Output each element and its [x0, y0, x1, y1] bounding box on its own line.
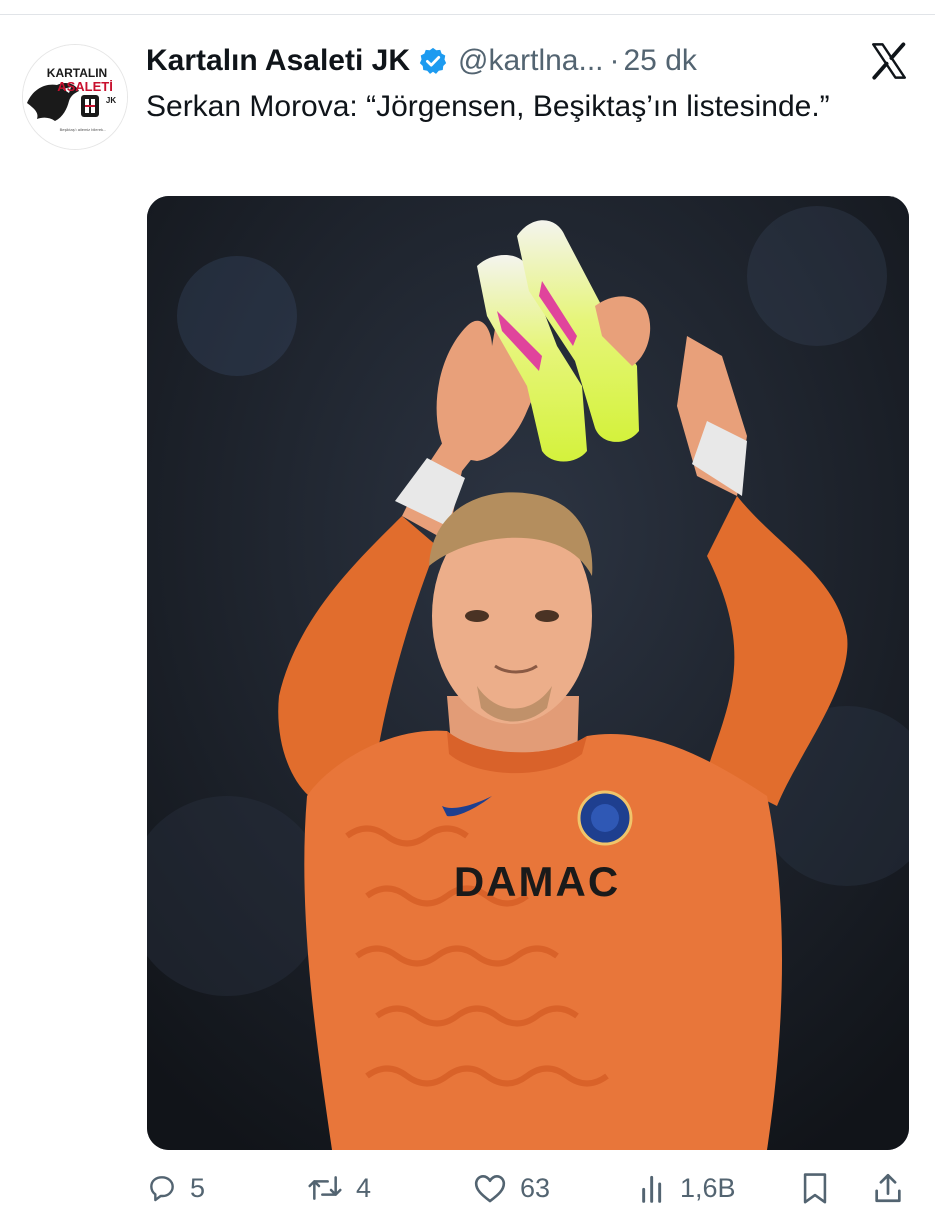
- photo-goalkeeper: DAMAC: [147, 196, 909, 1150]
- separator-dot: ·: [609, 44, 620, 77]
- views-icon: [642, 1175, 662, 1203]
- like-count: 63: [520, 1172, 551, 1203]
- verified-badge-icon: [419, 47, 447, 74]
- avatar-logo: KARTALIN ASALETİ JK Beşiktaş'ı ailemiz b…: [23, 45, 127, 149]
- avatar-text-jk: JK: [106, 96, 116, 105]
- retweet-button[interactable]: 4: [306, 1168, 371, 1208]
- avatar-text-main: ASALETİ: [57, 79, 113, 94]
- views-count: 1,6B: [680, 1172, 736, 1203]
- like-icon: [474, 1175, 506, 1203]
- retweet-icon: [308, 1176, 342, 1200]
- reply-count: 5: [190, 1172, 206, 1203]
- avatar-text-top: KARTALIN: [47, 66, 107, 80]
- x-logo-icon[interactable]: [868, 40, 910, 82]
- action-bar: 5 4 63 1,6B: [0, 1168, 935, 1208]
- tweet-text: Serkan Morova: “Jörgensen, Beşiktaş’ın l…: [146, 90, 830, 123]
- avatar-tagline: Beşiktaş'ı ailemiz bilerek...: [60, 127, 107, 132]
- reply-button[interactable]: 5: [146, 1168, 205, 1208]
- avatar[interactable]: KARTALIN ASALETİ JK Beşiktaş'ı ailemiz b…: [22, 44, 128, 150]
- handle[interactable]: @kartlna...: [458, 44, 604, 78]
- reply-icon: [150, 1176, 174, 1202]
- top-divider: [0, 14, 935, 15]
- tweet-photo[interactable]: DAMAC: [147, 196, 909, 1150]
- tweet-header: Kartalın Asaleti JK @kartlna... · 25 dk: [146, 40, 697, 82]
- shirt-sponsor: DAMAC: [454, 858, 620, 905]
- bookmark-button[interactable]: [800, 1168, 830, 1208]
- timestamp[interactable]: 25 dk: [624, 44, 697, 78]
- like-button[interactable]: 63: [472, 1168, 550, 1208]
- retweet-count: 4: [356, 1172, 372, 1203]
- display-name[interactable]: Kartalın Asaleti JK: [146, 44, 410, 78]
- share-button[interactable]: [872, 1168, 904, 1208]
- views-button[interactable]: 1,6B: [638, 1168, 736, 1208]
